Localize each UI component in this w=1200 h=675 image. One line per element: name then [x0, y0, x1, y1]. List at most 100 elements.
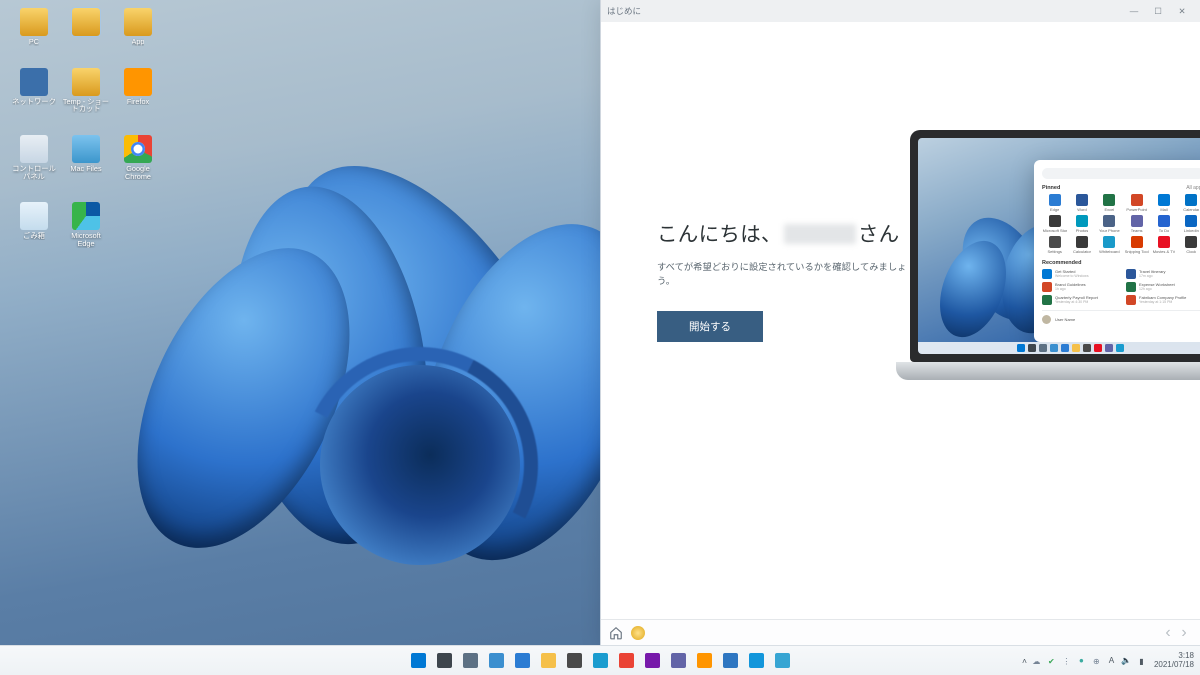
explorer-icon	[541, 653, 556, 668]
recommended-item: Fabrikam Company ProfileYesterday at 1:1…	[1126, 295, 1200, 305]
teams-icon	[671, 653, 686, 668]
files-icon	[723, 653, 738, 668]
mini-taskbar-icon	[1072, 344, 1080, 352]
clock[interactable]: 3:18 2021/07/18	[1154, 652, 1194, 669]
mini-taskbar-icon	[1028, 344, 1036, 352]
desktop-icon-user[interactable]	[62, 8, 110, 46]
mini-taskbar-icon	[1105, 344, 1113, 352]
tray-bluetooth[interactable]: ⋮	[1061, 655, 1072, 666]
greeting-subtitle: すべてが希望どおりに設定されているかを確認してみましょう。	[657, 261, 917, 289]
desktop-icon-macfiles[interactable]: Mac Files	[62, 135, 110, 180]
taskbar-edge[interactable]	[511, 650, 533, 672]
taskbar-firefox[interactable]	[693, 650, 715, 672]
mini-taskbar-icon	[1050, 344, 1058, 352]
desktop-icon-pc[interactable]: PC	[10, 8, 58, 46]
temp-icon	[72, 68, 100, 96]
window-bottombar: ‹ ›	[601, 619, 1200, 645]
app2-icon	[775, 653, 790, 668]
desktop-icon-network[interactable]: ネットワーク	[10, 68, 58, 113]
pinned-app: Calendar	[1179, 194, 1200, 212]
taskbar-explorer[interactable]	[537, 650, 559, 672]
titlebar[interactable]: はじめに — ☐ ✕	[601, 0, 1200, 22]
desktop-icon-app[interactable]: App	[114, 8, 162, 46]
pinned-app: Mail	[1151, 194, 1176, 212]
recommended-item: Brand Guidelines1h ago	[1042, 282, 1120, 292]
taskview-icon	[463, 653, 478, 668]
close-button[interactable]: ✕	[1170, 0, 1194, 22]
desktop-icon-temp[interactable]: Temp - ショートカット	[62, 68, 110, 113]
taskbar-app1[interactable]	[745, 650, 767, 672]
desktop-icon-label: Google Chrome	[114, 165, 162, 180]
tray-speaker[interactable]: 🔈	[1121, 655, 1132, 666]
desktop-icon-chrome[interactable]: Google Chrome	[114, 135, 162, 180]
desktop-icon-cpanel[interactable]: コントロール パネル	[10, 135, 58, 180]
pinned-app: Movies & TV	[1151, 236, 1176, 254]
tray-onedrive[interactable]: ☁	[1031, 655, 1042, 666]
greeting-suffix: さん	[858, 223, 900, 246]
firefox-icon	[697, 653, 712, 668]
tray-network[interactable]: ⊕	[1091, 655, 1102, 666]
home-icon[interactable]	[609, 626, 623, 640]
taskbar-app2[interactable]	[771, 650, 793, 672]
pinned-app: Settings	[1042, 236, 1067, 254]
mini-taskbar-icon	[1094, 344, 1102, 352]
mini-taskbar-icon	[1017, 344, 1025, 352]
taskbar-teams[interactable]	[667, 650, 689, 672]
taskbar-chrome[interactable]	[615, 650, 637, 672]
prev-button[interactable]: ‹	[1160, 625, 1176, 641]
pinned-app: Edge	[1042, 194, 1067, 212]
desktop-icon-recycle[interactable]: ごみ箱	[10, 202, 58, 247]
start-icon	[411, 653, 426, 668]
mini-taskbar-icon	[1116, 344, 1124, 352]
taskbar-store[interactable]	[563, 650, 585, 672]
chrome-icon	[124, 135, 152, 163]
desktop-icon-firefox[interactable]: Firefox	[114, 68, 162, 113]
pinned-app: Clock	[1179, 236, 1200, 254]
desktop-icon-label: App	[132, 38, 145, 46]
tray-ime[interactable]: A	[1106, 655, 1117, 666]
taskbar-onenote[interactable]	[641, 650, 663, 672]
start-button[interactable]: 開始する	[657, 311, 763, 342]
store-icon	[567, 653, 582, 668]
pinned-app: PowerPoint	[1124, 194, 1149, 212]
mini-taskbar-icon	[1061, 344, 1069, 352]
search-icon	[437, 653, 452, 668]
tray-security[interactable]: ✔	[1046, 655, 1057, 666]
laptop-illustration: PinnedAll apps EdgeWordExcelPowerPointMa…	[910, 130, 1200, 390]
taskbar-mail[interactable]	[589, 650, 611, 672]
taskbar-search[interactable]	[433, 650, 455, 672]
username-redacted	[784, 224, 856, 244]
maximize-button[interactable]: ☐	[1146, 0, 1170, 22]
mini-taskbar-icon	[1039, 344, 1047, 352]
recommended-item: Expense Worksheet12h ago	[1126, 282, 1200, 292]
desktop-icon-edge[interactable]: Microsoft Edge	[62, 202, 110, 247]
taskbar-start[interactable]	[407, 650, 429, 672]
taskbar-taskview[interactable]	[459, 650, 481, 672]
pc-icon	[20, 8, 48, 36]
next-button[interactable]: ›	[1176, 625, 1192, 641]
minimize-button[interactable]: —	[1122, 0, 1146, 22]
startmenu-user: User Name	[1055, 317, 1075, 322]
tray-app[interactable]: ●	[1076, 655, 1087, 666]
tray-overflow[interactable]: ˄	[1022, 656, 1027, 666]
all-apps-label: All apps	[1186, 185, 1200, 191]
tips-icon[interactable]	[631, 626, 645, 640]
taskbar-files[interactable]	[719, 650, 741, 672]
desktop-icon-label: コントロール パネル	[10, 165, 58, 180]
taskbar-widgets[interactable]	[485, 650, 507, 672]
network-icon	[20, 68, 48, 96]
startmenu-mock: PinnedAll apps EdgeWordExcelPowerPointMa…	[1034, 160, 1200, 342]
cpanel-icon	[20, 135, 48, 163]
greeting-prefix: こんにちは、	[657, 223, 782, 246]
desktop-icon-label: Temp - ショートカット	[62, 98, 110, 113]
macfiles-icon	[72, 135, 100, 163]
pinned-label: Pinned	[1042, 185, 1060, 191]
pinned-app: Photos	[1069, 215, 1094, 233]
firefox-icon	[124, 68, 152, 96]
get-started-window: はじめに — ☐ ✕ こんにちは、 さん すべてが希望どおりに設定されているかを確…	[600, 0, 1200, 645]
tray-battery[interactable]: ▮	[1136, 655, 1147, 666]
clock-date: 2021/07/18	[1154, 661, 1194, 669]
desktop-icon-label: Firefox	[127, 98, 149, 106]
user-icon	[72, 8, 100, 36]
pinned-app: To Do	[1151, 215, 1176, 233]
